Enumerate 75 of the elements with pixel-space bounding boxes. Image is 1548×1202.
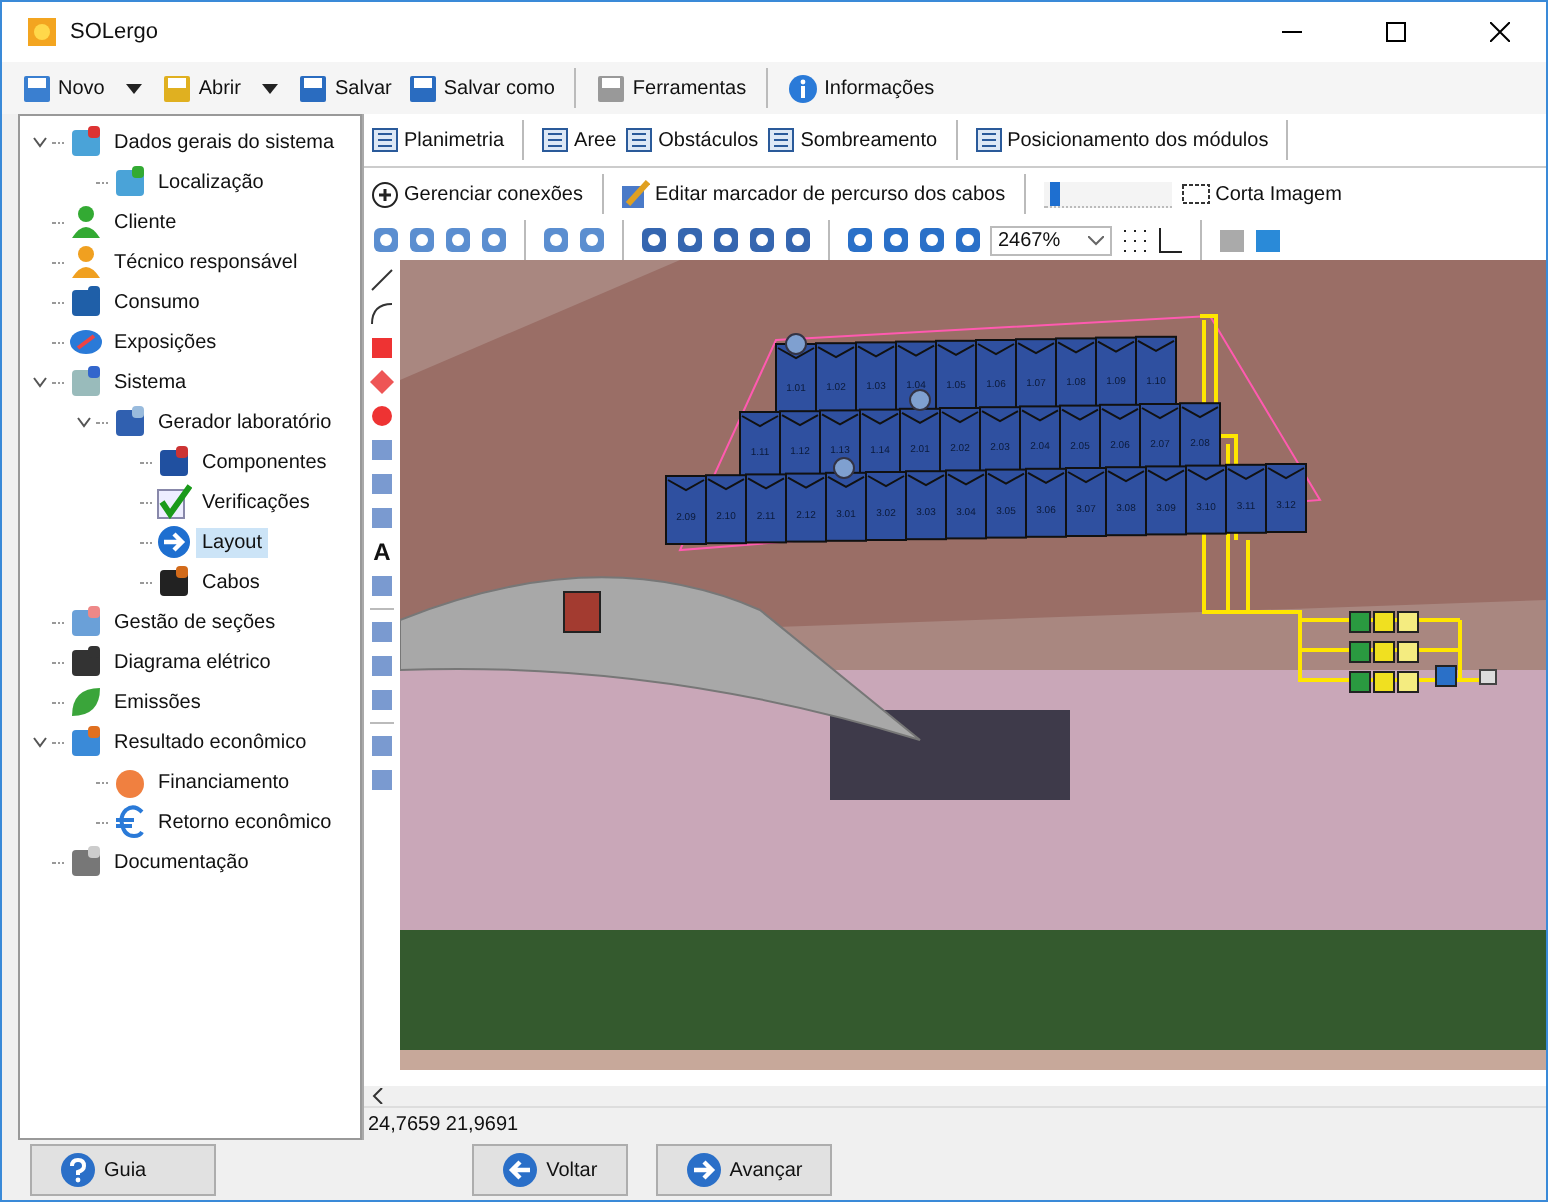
ruler-icon[interactable]: [1156, 226, 1185, 254]
toolbar-button[interactable]: Salvar: [294, 69, 396, 107]
circle-tool-icon[interactable]: [370, 404, 394, 428]
person-icon: [68, 204, 104, 240]
line-tool-icon[interactable]: [370, 268, 394, 292]
tab[interactable]: Obstáculos: [626, 128, 759, 152]
checkmark-icon: [156, 484, 192, 520]
toolbar-button[interactable]: Abrir: [158, 69, 287, 107]
arrow-right-icon: [685, 1152, 722, 1188]
person-icon: [68, 244, 104, 280]
tree-item[interactable]: Gerador laboratório: [152, 407, 338, 437]
diamond-tool-icon[interactable]: [370, 370, 394, 394]
arrow-right-icon: [156, 524, 192, 560]
text-tool[interactable]: A: [373, 540, 391, 564]
tab[interactable]: Posicionamento dos módulos: [975, 128, 1269, 152]
tree-item[interactable]: Técnico responsável: [108, 247, 304, 277]
window-title: SOLergo: [70, 20, 159, 44]
edit-cable-marker-button[interactable]: Editar marcador de percurso dos cabos: [621, 180, 1006, 208]
maximize-icon[interactable]: [1386, 22, 1406, 42]
tree-item[interactable]: Sistema: [108, 367, 193, 397]
help-button[interactable]: Guia: [30, 1144, 217, 1196]
tab[interactable]: Aree: [542, 128, 617, 152]
toolbar-button[interactable]: Salvar como: [403, 69, 559, 107]
slider-thumb[interactable]: [1049, 181, 1060, 205]
scroll-left-icon[interactable]: [372, 1088, 384, 1104]
arrow-left-icon: [502, 1152, 539, 1188]
toolbar-button[interactable]: Informações: [784, 69, 939, 107]
help-icon: [60, 1152, 96, 1188]
toolbar-button[interactable]: Ferramentas: [592, 69, 751, 107]
plus-circle-icon: [372, 181, 398, 207]
tab[interactable]: Planimetria: [372, 128, 505, 152]
string-box-drawing[interactable]: [1349, 611, 1497, 693]
tree-item[interactable]: Consumo: [108, 287, 206, 317]
dropdown-arrow-icon: [262, 83, 279, 93]
tree-item[interactable]: Localização: [152, 167, 270, 197]
chimney-marker[interactable]: [563, 591, 601, 633]
tree-item[interactable]: Resultado econômico: [108, 727, 313, 757]
chevron-icon[interactable]: [32, 734, 48, 750]
tree-item[interactable]: Documentação: [108, 847, 255, 877]
tree-item[interactable]: Componentes: [196, 447, 333, 477]
tree-item[interactable]: Retorno econômico: [152, 807, 338, 837]
manage-connections-button[interactable]: Gerenciar conexões: [372, 181, 583, 207]
back-button[interactable]: Voltar: [472, 1144, 628, 1196]
crop-image-button[interactable]: Corta Imagem: [1181, 183, 1342, 205]
dropdown-arrow-icon: [126, 83, 143, 93]
info-icon: [788, 73, 819, 103]
chevron-down-icon: [1088, 235, 1105, 245]
coordinates-readout: 24,7659 21,9691: [368, 1113, 519, 1135]
tree-item[interactable]: Cliente: [108, 207, 183, 237]
rectangle-tool-icon[interactable]: [370, 336, 394, 360]
sun-logo-icon: [26, 16, 58, 48]
grid-dots-icon[interactable]: [1120, 226, 1149, 254]
tree-item[interactable]: Gestão de seções: [108, 607, 282, 637]
coin-icon: [112, 764, 148, 800]
tree-item[interactable]: Layout: [196, 527, 269, 557]
toolbar-button[interactable]: Novo: [18, 69, 151, 107]
tree-item[interactable]: Verificações: [196, 487, 316, 517]
tree-item[interactable]: Diagrama elétrico: [108, 647, 277, 677]
chevron-icon[interactable]: [76, 414, 92, 430]
tree-item[interactable]: Cabos: [196, 567, 266, 597]
arc-tool-icon[interactable]: [370, 302, 394, 326]
zoom-select[interactable]: 2467%: [990, 225, 1113, 255]
chevron-icon[interactable]: [32, 374, 48, 390]
chevron-icon[interactable]: [32, 134, 48, 150]
euro-icon: [112, 804, 148, 840]
dashed-frame-icon: [1181, 184, 1210, 204]
tab[interactable]: Sombreamento: [768, 128, 938, 152]
tree-item[interactable]: Financiamento: [152, 767, 296, 797]
next-button[interactable]: Avançar: [655, 1144, 833, 1196]
tree-item[interactable]: Emissões: [108, 687, 207, 717]
tree-item[interactable]: Exposições: [108, 327, 223, 357]
opacity-slider[interactable]: [1043, 181, 1172, 207]
close-icon[interactable]: [1490, 22, 1510, 42]
tree-item[interactable]: Dados gerais do sistema: [108, 127, 341, 157]
leaf-icon: [68, 684, 104, 720]
